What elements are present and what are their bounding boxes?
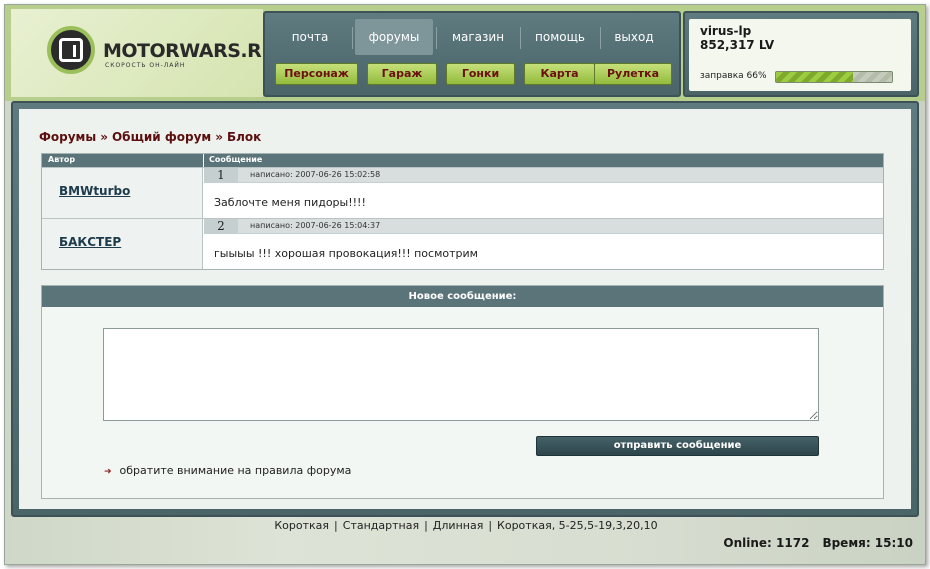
logo-mark-icon — [47, 26, 95, 74]
breadcrumb-item-general-forum[interactable]: Общий форум — [112, 130, 211, 144]
header: MOTORWARS.RU СКОРОСТЬ ОН-ЛАЙН почта фору… — [5, 5, 925, 101]
posts-table: Автор Сообщение BMWturbo 1 написано: 200… — [41, 153, 884, 270]
author-cell: БАКСТЕР — [42, 219, 203, 269]
forum-rules-text[interactable]: обратите внимание на правила форума — [120, 464, 352, 477]
new-message-form: Новое сообщение: отправить сообщение ➜ об… — [41, 285, 884, 499]
subnav-character-button[interactable]: Персонаж — [275, 63, 358, 85]
user-balance: 852,317 LV — [700, 38, 775, 52]
subnav-races-button[interactable]: Гонки — [446, 63, 515, 85]
subnav-roulette-button[interactable]: Рулетка — [594, 63, 672, 85]
author-link[interactable]: БАКСТЕР — [59, 235, 121, 249]
footer-link-long[interactable]: Длинная — [433, 519, 484, 532]
column-header-author: Автор — [48, 155, 76, 164]
nav-divider — [352, 27, 353, 49]
post-meta: 1 написано: 2007-06-26 15:02:58 — [204, 168, 883, 183]
footer-links: Короткая | Стандартная | Длинная | Короткая, 5… — [5, 519, 925, 532]
breadcrumb-item-forums[interactable]: Форумы — [39, 130, 96, 144]
forum-rules-link[interactable]: ➜ обратите внимание на правила форума — [104, 464, 351, 477]
tab-help[interactable]: помощь — [521, 19, 599, 55]
breadcrumb-separator: » — [215, 130, 223, 144]
logo-title: MOTORWARS.RU — [103, 40, 277, 62]
fuel-label: заправка 66% — [700, 71, 767, 81]
footer-link-short[interactable]: Короткая — [274, 519, 329, 532]
user-info: virus-lp 852,317 LV заправка 66% — [689, 19, 911, 91]
main-panel: Форумы» Общий форум» Блок Автор Сообщение … — [11, 101, 919, 517]
main-nav: почта форумы магазин помощь выход Персон… — [263, 11, 681, 97]
post-date: написано: 2007-06-26 15:04:37 — [250, 221, 381, 230]
send-message-button[interactable]: отправить сообщение — [536, 436, 819, 456]
tab-forums[interactable]: форумы — [355, 19, 433, 55]
post-date: написано: 2007-06-26 15:02:58 — [250, 170, 381, 179]
footer-separator: | — [424, 519, 428, 532]
fuel-progress-fill — [776, 72, 853, 82]
post-text: Заблочте меня пидоры!!!! — [214, 196, 366, 209]
user-name[interactable]: virus-lp — [700, 24, 751, 38]
tab-shop[interactable]: магазин — [439, 19, 517, 55]
footer-separator: | — [334, 519, 338, 532]
content-area: Форумы» Общий форум» Блок Автор Сообщение … — [19, 109, 911, 509]
nav-divider — [436, 27, 437, 49]
tab-logout[interactable]: выход — [595, 19, 673, 55]
breadcrumb: Форумы» Общий форум» Блок — [39, 130, 261, 144]
fuel-progress-remaining — [852, 72, 892, 82]
user-panel: virus-lp 852,317 LV заправка 66% — [683, 11, 919, 97]
post-number: 1 — [204, 168, 238, 183]
breadcrumb-separator: » — [100, 130, 108, 144]
footer-link-short-params[interactable]: Короткая, 5-25,5-19,3,20,10 — [497, 519, 658, 532]
logo-tagline: СКОРОСТЬ ОН-ЛАЙН — [105, 62, 186, 69]
message-textarea[interactable] — [103, 328, 819, 421]
fuel-progress-bar — [775, 71, 893, 83]
logo[interactable]: MOTORWARS.RU СКОРОСТЬ ОН-ЛАЙН — [11, 9, 277, 97]
table-row: БАКСТЕР 2 написано: 2007-06-26 15:04:37 … — [42, 218, 883, 269]
arrow-right-icon: ➜ — [104, 467, 112, 477]
column-header-message: Сообщение — [209, 155, 263, 164]
subnav-garage-button[interactable]: Гараж — [367, 63, 437, 85]
author-link[interactable]: BMWturbo — [59, 184, 130, 198]
post-number: 2 — [204, 219, 238, 234]
page-frame: MOTORWARS.RU СКОРОСТЬ ОН-ЛАЙН почта фору… — [4, 4, 926, 565]
post-text: гыыыы !!! хорошая провокация!!! посмотри… — [214, 247, 478, 260]
footer-separator: | — [488, 519, 493, 532]
breadcrumb-item-current: Блок — [226, 130, 262, 144]
server-time: Время: 15:10 — [822, 536, 913, 550]
subnav-map-button[interactable]: Карта — [524, 63, 595, 85]
tab-mail[interactable]: почта — [271, 19, 349, 55]
online-count: Online: 1172 — [723, 536, 810, 550]
new-message-header: Новое сообщение: — [42, 286, 883, 307]
table-row: BMWturbo 1 написано: 2007-06-26 15:02:58… — [42, 167, 883, 218]
status-line: Online: 1172 Время: 15:10 — [723, 536, 913, 550]
footer-link-standard[interactable]: Стандартная — [343, 519, 419, 532]
post-meta: 2 написано: 2007-06-26 15:04:37 — [204, 219, 883, 234]
author-cell: BMWturbo — [42, 168, 203, 218]
posts-table-header: Автор Сообщение — [42, 154, 883, 167]
